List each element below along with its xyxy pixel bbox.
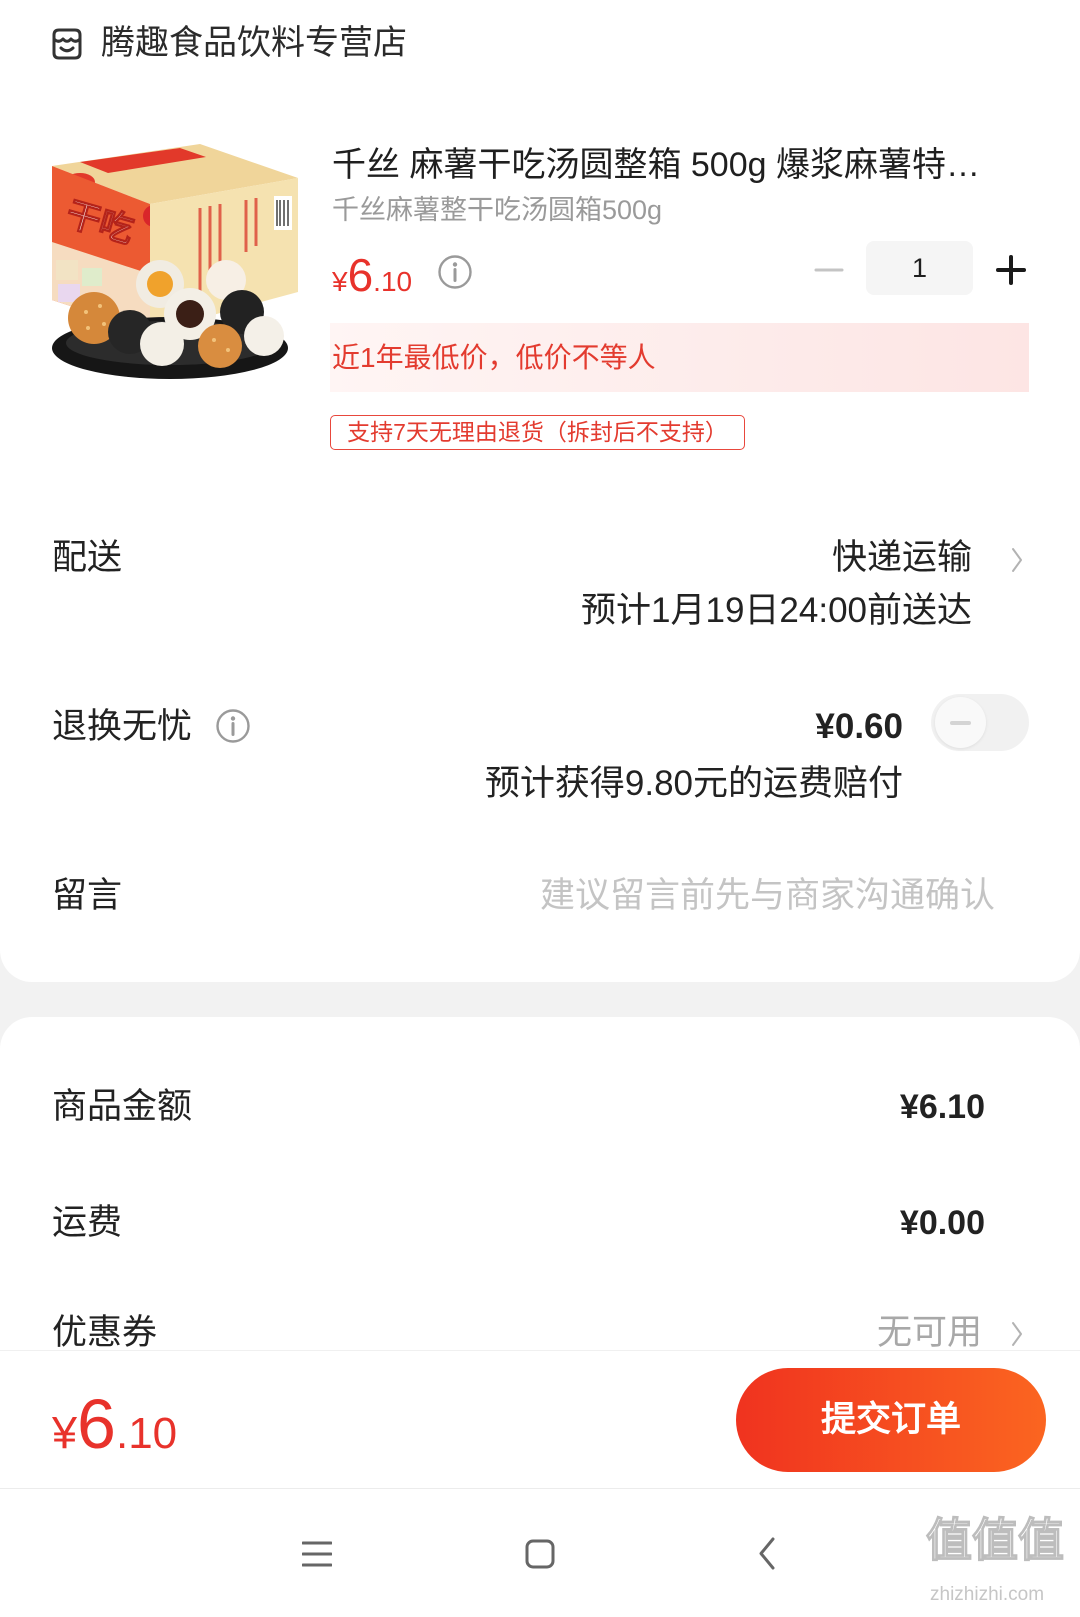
order-card: 腾趣食品饮料专营店 干吃 千丝 麻薯干吃汤圆整箱 500g 爆浆麻薯特… 千丝麻… [0,0,1080,982]
toggle-knob [935,697,986,748]
price-currency: ¥ [332,266,348,297]
delivery-row[interactable]: 配送 快递运输 预计1月19日24:00前送达 [0,510,1080,640]
return-insurance-label: 退换无忧 [52,707,193,746]
plus-icon[interactable] [995,254,1027,286]
goods-amount-label: 商品金额 [52,1087,193,1126]
message-input[interactable] [300,873,995,919]
total-integer: 6 [77,1385,116,1463]
promo-banner: 近1年最低价，低价不等人 [330,323,1029,392]
shipping-label: 运费 [52,1203,123,1242]
product-spec[interactable]: 千丝麻薯整干吃汤圆箱500g [332,193,662,227]
back-icon[interactable] [758,1537,776,1570]
quantity-stepper[interactable]: 1 [866,241,973,295]
watermark-logo: 值值值 [925,1514,1064,1566]
menu-icon[interactable] [301,1540,333,1568]
home-icon[interactable] [525,1539,555,1569]
delivery-method: 快递运输 [831,538,972,577]
total-decimal: .10 [115,1409,178,1458]
submit-order-button[interactable]: 提交订单 [736,1368,1046,1472]
price-decimal: .10 [373,266,413,297]
message-label: 留言 [52,876,123,915]
total-price: ¥6.10 [52,1389,177,1469]
product-item: 干吃 千丝 麻薯干吃汤圆整箱 500g 爆浆麻薯特… 千丝麻薯整干吃汤圆箱500… [0,130,1080,460]
order-confirmation-screen: 腾趣食品饮料专营店 干吃 千丝 麻薯干吃汤圆整箱 500g 爆浆麻薯特… 千丝麻… [0,0,1080,1617]
product-title[interactable]: 千丝 麻薯干吃汤圆整箱 500g 爆浆麻薯特… [332,143,980,187]
shipping-row: 运费 ¥0.00 [0,1173,1080,1273]
delivery-label: 配送 [52,538,123,577]
return-insurance-price: ¥0.60 [815,707,903,746]
total-currency: ¥ [52,1407,78,1458]
return-insurance-row: 退换无忧 ¥0.60 预计获得9.80元的运费赔付 [0,672,1080,812]
return-insurance-note: 预计获得9.80元的运费赔付 [484,764,903,803]
checkout-bar: ¥6.10 提交订单 [0,1350,1080,1488]
chevron-right-icon [1011,547,1023,573]
info-icon[interactable] [215,708,251,744]
goods-amount-row: 商品金额 ¥6.10 [0,1057,1080,1157]
shipping-value: ¥0.00 [899,1204,985,1242]
message-row: 留言 [0,840,1080,950]
store-icon [49,26,85,62]
store-name: 腾趣食品饮料专营店 [101,24,407,62]
return-policy-tag: 支持7天无理由退货（拆封后不支持） [330,415,745,450]
system-nav-bar [0,1488,1080,1617]
price-integer: 6 [347,249,374,301]
chevron-right-icon [1011,1321,1023,1347]
minus-icon[interactable] [813,254,845,286]
store-header[interactable]: 腾趣食品饮料专营店 [40,12,460,76]
goods-amount-value: ¥6.10 [899,1088,985,1126]
return-insurance-toggle[interactable] [931,694,1029,751]
watermark-site: zhizhizhi.com [930,1584,1045,1605]
product-image[interactable]: 干吃 [50,142,300,382]
unit-price: ¥6.10 [332,252,412,305]
delivery-estimate: 预计1月19日24:00前送达 [581,591,972,630]
info-icon[interactable] [437,254,473,290]
